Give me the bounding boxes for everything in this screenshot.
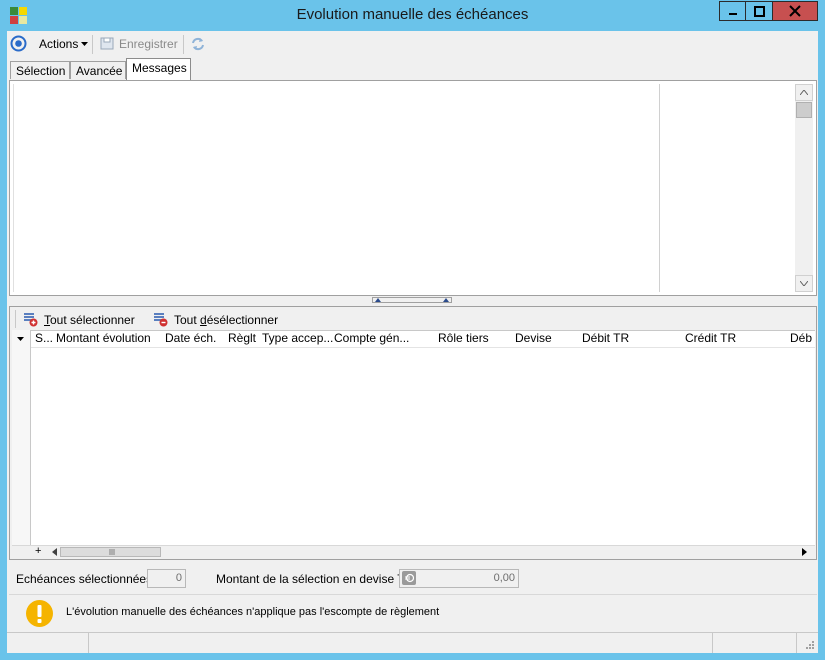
minimize-icon bbox=[728, 13, 737, 15]
column-header[interactable]: S... bbox=[35, 331, 53, 349]
save-icon bbox=[100, 37, 114, 50]
selected-count-label: Echéances sélectionnées bbox=[16, 572, 153, 586]
selected-count-field[interactable]: 0 bbox=[147, 569, 186, 588]
column-header[interactable]: Crédit TR bbox=[685, 331, 736, 349]
minimize-button[interactable] bbox=[719, 1, 746, 21]
selection-amount-field[interactable]: 0,00 bbox=[399, 569, 519, 588]
close-button[interactable] bbox=[772, 1, 818, 21]
splitter-handle[interactable] bbox=[372, 297, 452, 303]
column-header[interactable]: Débit TR bbox=[582, 331, 629, 349]
close-icon bbox=[789, 5, 801, 17]
resize-grip-icon[interactable] bbox=[803, 640, 815, 652]
select-all-button[interactable]: Tout sélectionner bbox=[23, 312, 135, 327]
add-row-button[interactable]: + bbox=[35, 545, 41, 557]
column-header[interactable]: Montant évolution bbox=[56, 331, 151, 349]
chevron-left-icon[interactable] bbox=[52, 548, 57, 556]
refresh-icon[interactable] bbox=[190, 36, 206, 52]
actions-menu-button[interactable]: Actions bbox=[39, 37, 89, 51]
euro-icon bbox=[402, 571, 416, 585]
column-header[interactable]: Déb bbox=[790, 331, 814, 349]
status-cell bbox=[89, 633, 713, 653]
select-all-icon bbox=[24, 313, 38, 327]
notice-text: L'évolution manuelle des échéances n'app… bbox=[66, 606, 440, 618]
deselect-prefix: Tout bbox=[174, 312, 201, 327]
data-grid[interactable] bbox=[12, 330, 815, 546]
selection-amount-label: Montant de la sélection en devise TC bbox=[216, 572, 414, 586]
tab-avancee[interactable]: Avancée bbox=[70, 61, 126, 79]
column-header[interactable]: Compte gén... bbox=[334, 331, 409, 349]
arrow-up-icon bbox=[443, 298, 449, 302]
tab-label: Avancée bbox=[76, 64, 123, 78]
circle-target-icon[interactable] bbox=[10, 35, 27, 52]
panel-divider bbox=[13, 84, 14, 292]
grid-toolbar-grip bbox=[15, 310, 16, 328]
toolbar-separator bbox=[183, 35, 184, 54]
warning-icon bbox=[26, 600, 53, 627]
save-label: Enregistrer bbox=[119, 36, 178, 51]
hscroll-thumb[interactable] bbox=[60, 547, 161, 557]
scroll-thumb[interactable] bbox=[796, 102, 812, 118]
tab-label: Messages bbox=[132, 61, 187, 75]
toolbar-separator bbox=[92, 35, 93, 54]
deselect-all-icon bbox=[154, 313, 168, 327]
tab-label: Sélection bbox=[16, 64, 66, 78]
scroll-up-button[interactable] bbox=[795, 84, 813, 101]
messages-panel[interactable] bbox=[9, 80, 817, 296]
maximize-icon bbox=[753, 5, 765, 17]
column-header[interactable]: Règlt bbox=[228, 331, 256, 349]
tab-selection[interactable]: Sélection bbox=[10, 61, 70, 79]
panel-divider bbox=[659, 84, 660, 292]
grip-icon bbox=[109, 549, 115, 555]
column-header[interactable]: Rôle tiers bbox=[438, 331, 489, 349]
chevron-down-icon bbox=[800, 281, 808, 286]
chevron-down-icon bbox=[81, 41, 89, 46]
chevron-right-icon[interactable] bbox=[802, 548, 807, 556]
maximize-button[interactable] bbox=[745, 1, 773, 21]
actions-label: Actions bbox=[39, 37, 79, 51]
deselect-accel: d bbox=[200, 312, 207, 327]
column-filter-icon[interactable] bbox=[17, 337, 24, 342]
deselect-text: ésélectionner bbox=[206, 312, 279, 327]
window-title: Evolution manuelle des échéances bbox=[296, 6, 529, 23]
chevron-up-icon bbox=[800, 90, 808, 95]
scroll-down-button[interactable] bbox=[795, 275, 813, 292]
select-all-label: Tout sélectionner bbox=[44, 313, 135, 327]
select-all-text: out sélectionner bbox=[50, 312, 135, 327]
status-cell bbox=[713, 633, 797, 653]
save-button[interactable]: Enregistrer bbox=[100, 36, 178, 51]
arrow-up-icon bbox=[375, 298, 381, 302]
column-header[interactable]: Date éch. bbox=[165, 331, 216, 349]
deselect-all-button[interactable]: Tout désélectionner bbox=[153, 312, 278, 327]
column-header[interactable]: Devise bbox=[515, 331, 552, 349]
deselect-all-label: Tout désélectionner bbox=[174, 313, 278, 327]
tab-messages[interactable]: Messages bbox=[126, 58, 191, 80]
status-cell bbox=[7, 633, 89, 653]
column-header[interactable]: Type accep... bbox=[262, 331, 333, 349]
row-header-column bbox=[12, 330, 31, 545]
